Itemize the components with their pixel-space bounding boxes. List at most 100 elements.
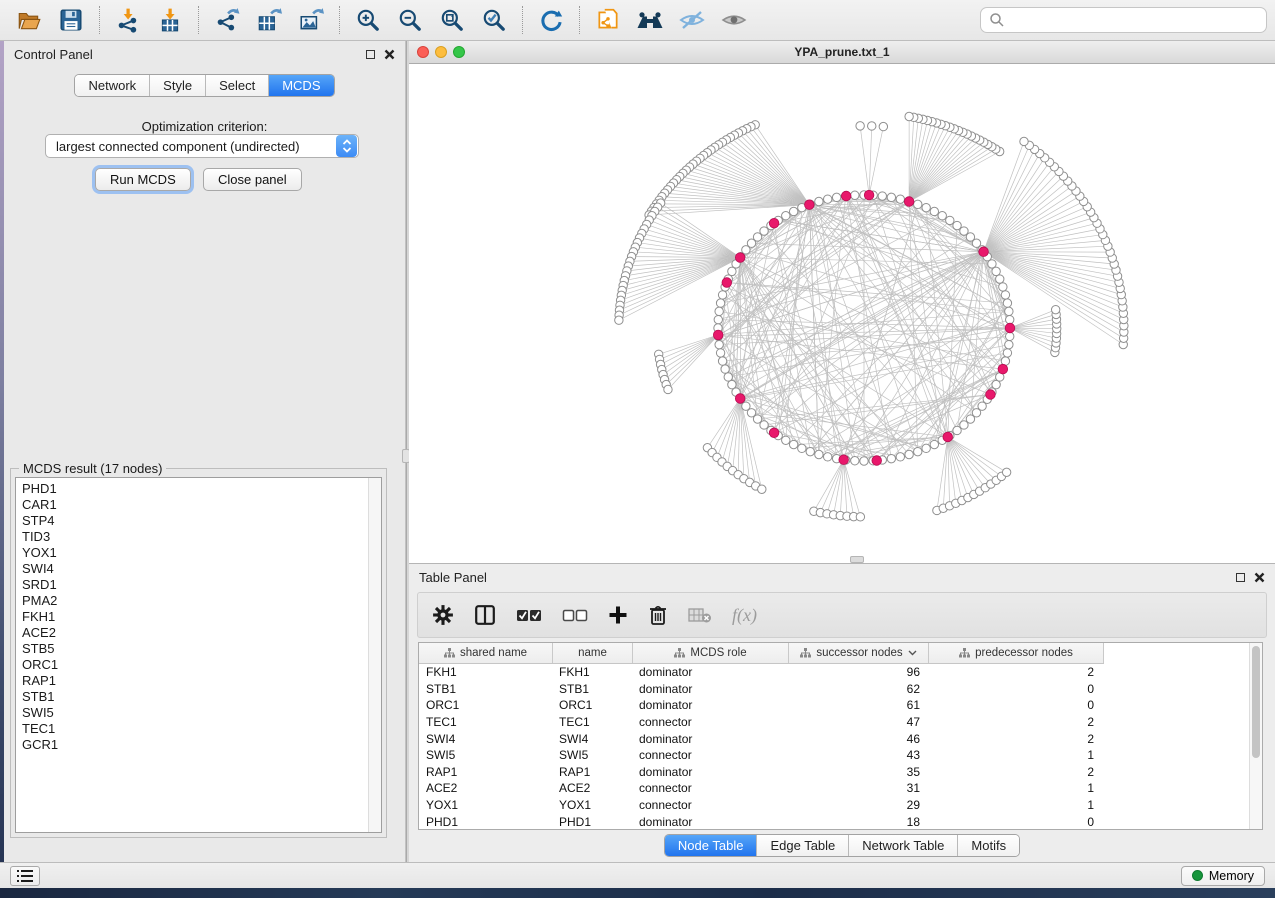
dominator-node[interactable] xyxy=(769,428,779,438)
dominator-node[interactable] xyxy=(735,253,745,263)
table-scrollbar[interactable] xyxy=(1249,643,1262,829)
dominator-node[interactable] xyxy=(998,364,1008,374)
network-node[interactable] xyxy=(832,193,840,201)
search-field[interactable] xyxy=(980,7,1267,33)
network-node[interactable] xyxy=(664,385,672,393)
table-row[interactable]: TEC1TEC1connector472 xyxy=(419,714,1262,731)
network-node[interactable] xyxy=(798,444,806,452)
delete-columns-button[interactable] xyxy=(648,600,668,630)
network-node[interactable] xyxy=(1003,349,1011,357)
tab-network[interactable]: Network xyxy=(75,75,150,96)
export-image-button[interactable] xyxy=(290,3,332,37)
dominator-node[interactable] xyxy=(839,455,849,465)
network-node[interactable] xyxy=(1006,332,1014,340)
mcds-result-item[interactable]: TEC1 xyxy=(22,721,381,737)
memory-button[interactable]: Memory xyxy=(1181,866,1265,886)
network-node[interactable] xyxy=(930,207,938,215)
dominator-node[interactable] xyxy=(722,278,732,288)
network-node[interactable] xyxy=(960,227,968,235)
table-row[interactable]: PHD1PHD1dominator180 xyxy=(419,813,1262,830)
network-node[interactable] xyxy=(714,315,722,323)
hide-selected-button[interactable] xyxy=(671,3,713,37)
dominator-node[interactable] xyxy=(904,197,914,207)
network-node[interactable] xyxy=(716,299,724,307)
mcds-result-item[interactable]: ACE2 xyxy=(22,625,381,641)
zoom-selected-button[interactable] xyxy=(473,3,515,37)
copy-network-button[interactable] xyxy=(587,3,629,37)
network-node[interactable] xyxy=(914,200,922,208)
new-column-button[interactable] xyxy=(608,600,628,630)
table-scrollbar-thumb[interactable] xyxy=(1252,646,1260,758)
network-node[interactable] xyxy=(615,316,623,324)
network-node[interactable] xyxy=(930,440,938,448)
mcds-result-item[interactable]: PHD1 xyxy=(22,481,381,497)
network-node[interactable] xyxy=(914,447,922,455)
mcds-result-item[interactable]: RAP1 xyxy=(22,673,381,689)
network-node[interactable] xyxy=(782,436,790,444)
network-node[interactable] xyxy=(999,283,1007,291)
network-node[interactable] xyxy=(815,197,823,205)
column-header-shared-name[interactable]: shared name xyxy=(419,643,553,663)
table-row[interactable]: FKH1FKH1dominator962 xyxy=(419,664,1262,681)
network-node[interactable] xyxy=(1002,468,1010,476)
network-node[interactable] xyxy=(789,440,797,448)
close-panel-icon[interactable] xyxy=(384,49,395,60)
network-node[interactable] xyxy=(953,426,961,434)
dominator-node[interactable] xyxy=(735,394,745,404)
mcds-result-item[interactable]: GCR1 xyxy=(22,737,381,753)
dominator-node[interactable] xyxy=(713,330,723,340)
column-header-name[interactable]: name xyxy=(553,643,633,663)
mcds-result-item[interactable]: SRD1 xyxy=(22,577,381,593)
network-node[interactable] xyxy=(856,513,864,521)
show-all-button[interactable] xyxy=(713,3,755,37)
table-row[interactable]: RAP1RAP1dominator352 xyxy=(419,764,1262,781)
network-node[interactable] xyxy=(782,212,790,220)
network-node[interactable] xyxy=(1001,291,1009,299)
mcds-result-item[interactable]: SWI4 xyxy=(22,561,381,577)
network-node[interactable] xyxy=(718,291,726,299)
dominator-node[interactable] xyxy=(805,200,815,210)
float-table-panel-icon[interactable] xyxy=(1236,573,1245,582)
mcds-result-item[interactable]: PMA2 xyxy=(22,593,381,609)
mcds-result-item[interactable]: YOX1 xyxy=(22,545,381,561)
network-node[interactable] xyxy=(1005,307,1013,315)
dominator-node[interactable] xyxy=(1005,323,1015,333)
select-all-button[interactable] xyxy=(516,600,542,630)
close-panel-button[interactable]: Close panel xyxy=(203,168,302,191)
network-node[interactable] xyxy=(1006,315,1014,323)
zoom-fit-button[interactable] xyxy=(431,3,473,37)
dominator-node[interactable] xyxy=(986,390,996,400)
network-node[interactable] xyxy=(879,122,887,130)
mcds-list-scrollbar[interactable] xyxy=(368,478,381,832)
network-node[interactable] xyxy=(724,373,732,381)
refresh-view-button[interactable] xyxy=(530,3,572,37)
tab-mcds[interactable]: MCDS xyxy=(269,75,333,96)
network-node[interactable] xyxy=(760,421,768,429)
mcds-result-item[interactable]: STB1 xyxy=(22,689,381,705)
import-network-button[interactable] xyxy=(107,3,149,37)
run-mcds-button[interactable]: Run MCDS xyxy=(95,168,191,191)
network-node[interactable] xyxy=(823,195,831,203)
network-node[interactable] xyxy=(896,195,904,203)
network-node[interactable] xyxy=(1051,305,1059,313)
network-node[interactable] xyxy=(1020,137,1028,145)
dominator-node[interactable] xyxy=(979,247,989,257)
dominator-node[interactable] xyxy=(841,191,851,201)
table-settings-button[interactable] xyxy=(432,600,454,630)
network-node[interactable] xyxy=(1005,340,1013,348)
zoom-out-button[interactable] xyxy=(389,3,431,37)
tab-edge-table[interactable]: Edge Table xyxy=(757,835,849,856)
network-node[interactable] xyxy=(823,453,831,461)
function-builder-button[interactable]: f(x) xyxy=(732,600,757,630)
dominator-node[interactable] xyxy=(943,432,953,442)
table-row[interactable]: SWI4SWI4dominator462 xyxy=(419,730,1262,747)
network-node[interactable] xyxy=(728,267,736,275)
network-node[interactable] xyxy=(996,275,1004,283)
network-node[interactable] xyxy=(860,457,868,465)
tab-style[interactable]: Style xyxy=(150,75,206,96)
search-input[interactable] xyxy=(1005,13,1258,28)
mcds-result-item[interactable]: STP4 xyxy=(22,513,381,529)
network-node[interactable] xyxy=(715,340,723,348)
network-node[interactable] xyxy=(922,444,930,452)
deselect-all-button[interactable] xyxy=(562,600,588,630)
